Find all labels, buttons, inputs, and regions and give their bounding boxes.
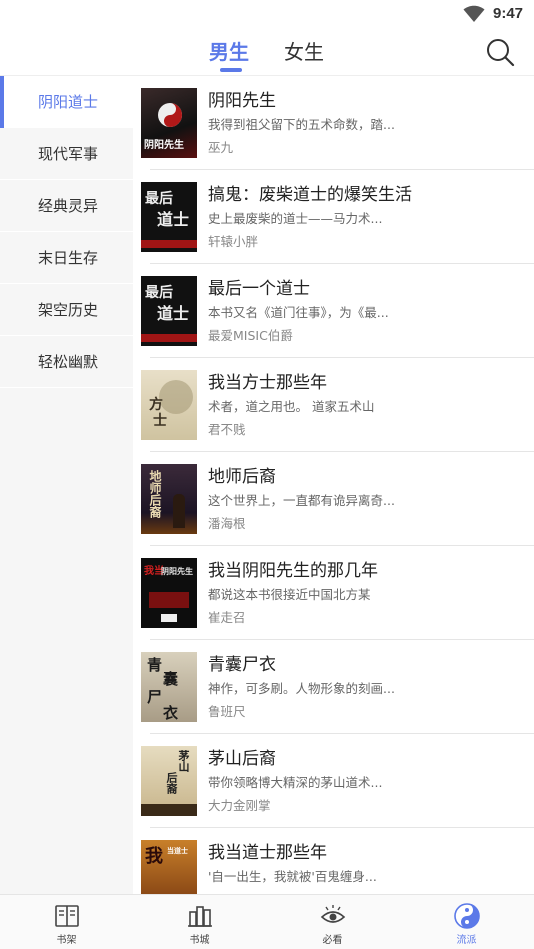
book-desc: 都说这本书很接近中国北方某 <box>208 587 371 602</box>
book-title: 最后一个道士 <box>208 279 310 299</box>
sidebar-item-doomsday-survival[interactable]: 末日生存 <box>0 232 133 284</box>
status-bar: 9:47 <box>0 0 534 28</box>
book-desc: 史上最废柴的道士——马力术... <box>208 211 383 226</box>
list-item[interactable]: 茅山 后裔 茅山后裔 带你领略博大精深的茅山道术... 大力金刚掌 <box>133 734 534 828</box>
cover-text: 道士 <box>157 210 190 229</box>
book-desc: 这个世界上，一直都有诡异离奇... <box>208 493 395 508</box>
category-sidebar: 阴阳道士 现代军事 经典灵异 末日生存 架空历史 轻松幽默 <box>0 76 133 894</box>
sidebar-item-humor[interactable]: 轻松幽默 <box>0 336 133 388</box>
book-author: 潘海根 <box>208 516 246 531</box>
tab-male[interactable]: 男生 <box>209 36 249 68</box>
cover-text: 青 <box>147 656 163 674</box>
sidebar-item-modern-military[interactable]: 现代军事 <box>0 128 133 180</box>
cover-text: 后裔 <box>165 772 178 794</box>
sidebar-item-classic-supernatural[interactable]: 经典灵异 <box>0 180 133 232</box>
list-item[interactable]: 最后 道士 搞鬼：废柴道士的爆笑生活 史上最废柴的道士——马力术... 轩辕小胖 <box>133 170 534 264</box>
book-desc: 我得到祖父留下的五术命数，踏... <box>208 117 395 132</box>
book-author: 最爱MISIC伯爵 <box>208 328 293 343</box>
wifi-icon <box>463 5 485 22</box>
book-cover: 茅山 后裔 <box>141 746 197 816</box>
book-author: 巫九 <box>208 140 234 155</box>
active-tab-indicator <box>220 68 242 72</box>
nav-label: 流派 <box>456 935 477 946</box>
cover-text: 最后 <box>145 285 173 301</box>
book-icon <box>55 905 79 927</box>
cover-text: 阴阳先生 <box>144 140 184 151</box>
list-item[interactable]: 地师后裔 地师后裔 这个世界上，一直都有诡异离奇... 潘海根 <box>133 452 534 546</box>
cover-text: 囊 <box>163 670 179 688</box>
list-item[interactable]: 最后 道士 最后一个道士 本书又名《道门往事》，为《最... 最爱MISIC伯爵 <box>133 264 534 358</box>
book-cover: 我 当道士 <box>141 840 197 894</box>
book-title: 我当道士那些年 <box>208 843 327 863</box>
yinyang-icon <box>454 903 480 929</box>
cover-text: 当道士 <box>167 846 188 855</box>
book-cover: 青 囊 尸 衣 <box>141 652 197 722</box>
book-author: 君不贱 <box>208 422 246 437</box>
book-title: 我当阴阳先生的那几年 <box>208 561 378 581</box>
sidebar-item-yinyang-daoshi[interactable]: 阴阳道士 <box>0 76 133 128</box>
list-item[interactable]: 方 士 我当方士那些年 术者，道之用也。 道家五术山 君不贱 <box>133 358 534 452</box>
status-time: 9:47 <box>493 5 524 22</box>
book-cover: 最后 道士 <box>141 276 197 346</box>
book-desc: '自一出生，我就被'百鬼缠身... <box>208 869 377 884</box>
book-cover: 最后 道士 <box>141 182 197 252</box>
nav-label: 书架 <box>56 935 77 946</box>
book-cover: 方 士 <box>141 370 197 440</box>
cover-text: 最后 <box>145 191 173 207</box>
cover-text: 士 <box>153 413 167 429</box>
book-list: 阴阳先生 阴阳先生 我得到祖父留下的五术命数，踏... 巫九 最后 道士 搞鬼：… <box>133 76 534 894</box>
cover-text: 我 <box>145 846 163 867</box>
top-tab-bar: 男生 女生 <box>0 28 534 76</box>
nav-label: 必看 <box>322 935 343 946</box>
book-cover: 我当 阴阳先生 <box>141 558 197 628</box>
book-desc: 带你领略博大精深的茅山道术... <box>208 775 383 790</box>
book-title: 搞鬼：废柴道士的爆笑生活 <box>208 185 412 205</box>
search-icon[interactable] <box>484 36 516 68</box>
list-item[interactable]: 我 当道士 我当道士那些年 '自一出生，我就被'百鬼缠身... <box>133 828 534 894</box>
bookstore-icon <box>188 906 212 927</box>
cover-text: 衣 <box>163 704 179 722</box>
cover-text: 道士 <box>157 304 190 323</box>
nav-bookstore[interactable]: 书城 <box>133 895 266 949</box>
book-cover: 阴阳先生 <box>141 88 197 158</box>
cover-text: 地师后裔 <box>148 470 162 518</box>
bottom-nav: 书架 书城 必看 流派 <box>0 894 534 949</box>
book-title: 地师后裔 <box>208 467 276 487</box>
book-title: 茅山后裔 <box>208 749 276 769</box>
book-title: 我当方士那些年 <box>208 373 327 393</box>
tab-female[interactable]: 女生 <box>284 36 324 68</box>
nav-label: 书城 <box>189 935 210 946</box>
cover-text: 茅山 <box>177 750 190 772</box>
list-item[interactable]: 我当 阴阳先生 我当阴阳先生的那几年 都说这本书很接近中国北方某 崔走召 <box>133 546 534 640</box>
eye-icon <box>320 905 346 923</box>
book-author: 大力金刚掌 <box>208 798 271 813</box>
nav-bookshelf[interactable]: 书架 <box>0 895 133 949</box>
nav-genre[interactable]: 流派 <box>400 895 533 949</box>
book-author: 崔走召 <box>208 610 246 625</box>
book-title: 阴阳先生 <box>208 91 276 111</box>
book-desc: 神作，可多刷。人物形象的刻画... <box>208 681 395 696</box>
list-item[interactable]: 阴阳先生 阴阳先生 我得到祖父留下的五术命数，踏... 巫九 <box>133 76 534 170</box>
sidebar-item-alt-history[interactable]: 架空历史 <box>0 284 133 336</box>
book-title: 青囊尸衣 <box>208 655 276 675</box>
cover-text: 尸 <box>147 688 163 706</box>
book-desc: 本书又名《道门往事》，为《最... <box>208 305 389 320</box>
list-item[interactable]: 青 囊 尸 衣 青囊尸衣 神作，可多刷。人物形象的刻画... 鲁班尺 <box>133 640 534 734</box>
nav-must-read[interactable]: 必看 <box>266 895 399 949</box>
book-cover: 地师后裔 <box>141 464 197 534</box>
book-author: 轩辕小胖 <box>208 234 259 249</box>
cover-text: 阴阳先生 <box>161 566 193 576</box>
yinyang-emblem <box>158 103 182 127</box>
book-desc: 术者，道之用也。 道家五术山 <box>208 399 375 414</box>
book-author: 鲁班尺 <box>208 704 246 719</box>
